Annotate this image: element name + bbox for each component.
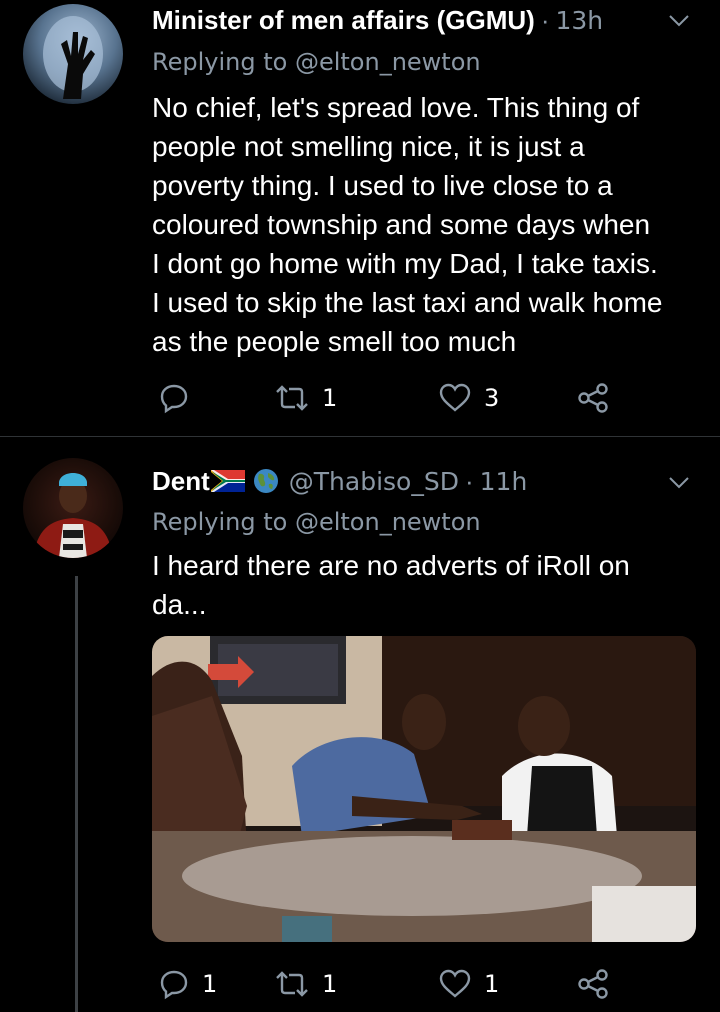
- retweet-icon: [276, 385, 308, 411]
- like-button[interactable]: 3: [438, 378, 499, 418]
- timestamp[interactable]: 11h: [480, 467, 528, 496]
- avatar[interactable]: [23, 458, 123, 558]
- like-icon: [439, 383, 471, 412]
- globe-icon: [253, 469, 278, 493]
- mention-link[interactable]: @elton_newton: [295, 48, 481, 76]
- replying-to: Replying to @elton_newton: [152, 508, 481, 536]
- share-icon: [578, 969, 608, 999]
- tweet[interactable]: Dent @Thabiso_SD · 11h Replying to @elto…: [0, 438, 720, 1012]
- chevron-down-icon[interactable]: [666, 472, 692, 492]
- share-button[interactable]: [576, 964, 610, 1004]
- like-icon: [439, 969, 471, 998]
- avatar[interactable]: [23, 4, 123, 104]
- separator-dot: ·: [540, 4, 550, 35]
- reply-icon: [160, 970, 188, 1000]
- tweet-divider: [0, 436, 720, 437]
- author-handle[interactable]: @Thabiso_SD: [289, 467, 459, 496]
- author-name[interactable]: Dent: [152, 466, 210, 497]
- retweet-button[interactable]: 1: [274, 378, 337, 418]
- replying-label: Replying to: [152, 508, 288, 536]
- reply-count: 1: [202, 970, 218, 998]
- like-button[interactable]: 1: [438, 964, 499, 1004]
- reply-button[interactable]: 1: [158, 964, 217, 1004]
- like-count: 3: [484, 384, 500, 412]
- reply-button[interactable]: [158, 378, 202, 418]
- avatar-image: [33, 473, 113, 558]
- south-africa-flag-icon: [210, 470, 245, 492]
- retweet-count: 1: [322, 970, 338, 998]
- reply-icon: [160, 384, 188, 414]
- tweet-actions: 1 3: [152, 378, 632, 418]
- tweet-media-image[interactable]: [152, 636, 696, 942]
- tweet-header: Minister of men affairs (GGMU) · 13h: [152, 2, 603, 38]
- share-icon: [578, 383, 608, 413]
- mention-link[interactable]: @elton_newton: [295, 508, 481, 536]
- replying-label: Replying to: [152, 48, 288, 76]
- tweet-header: Dent @Thabiso_SD · 11h: [152, 463, 527, 499]
- avatar-image: [43, 16, 103, 99]
- tweet[interactable]: Minister of men affairs (GGMU) · 13h Rep…: [0, 0, 720, 437]
- separator-dot: ·: [464, 465, 474, 496]
- retweet-icon: [276, 971, 308, 997]
- chevron-down-icon[interactable]: [666, 10, 692, 30]
- retweet-count: 1: [322, 384, 338, 412]
- like-count: 1: [484, 970, 500, 998]
- media-photo: [152, 636, 696, 942]
- tweet-text: No chief, let's spread love. This thing …: [152, 92, 663, 357]
- author-name[interactable]: Minister of men affairs (GGMU): [152, 5, 535, 36]
- replying-to: Replying to @elton_newton: [152, 48, 481, 76]
- tweet-actions: 1 1 1: [152, 964, 632, 1004]
- thread-line: [75, 576, 78, 1012]
- retweet-button[interactable]: 1: [274, 964, 337, 1004]
- timestamp[interactable]: 13h: [556, 6, 604, 35]
- share-button[interactable]: [576, 378, 610, 418]
- tweet-text: I heard there are no adverts of iRoll on…: [152, 550, 630, 620]
